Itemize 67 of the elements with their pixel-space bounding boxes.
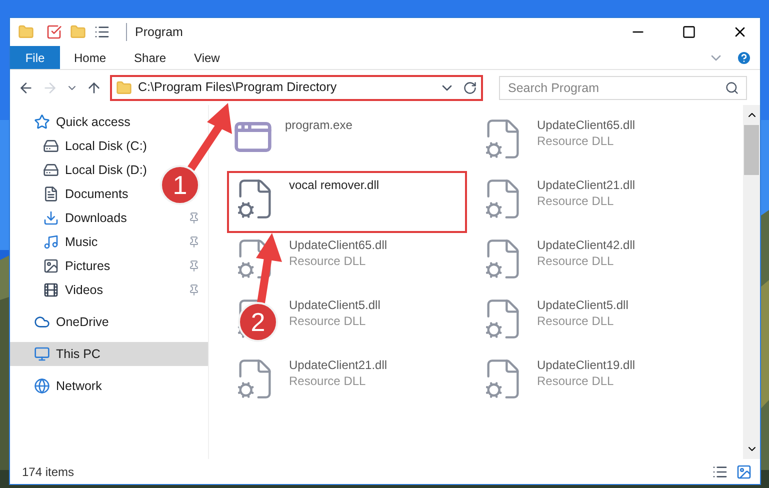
address-path: C:\Program Files\Program Directory (138, 79, 338, 96)
sidebar-item[interactable]: Music (10, 230, 208, 254)
address-bar[interactable]: C:\Program Files\Program Directory (110, 74, 483, 100)
sidebar-item[interactable]: Documents (10, 182, 136, 206)
help-icon[interactable] (736, 50, 752, 66)
ribbon-tab[interactable]: Home (60, 46, 120, 69)
sidebar-item[interactable]: Local Disk (D:) (10, 158, 155, 182)
large-icons-view-icon[interactable] (736, 464, 752, 480)
pin-icon[interactable] (188, 260, 200, 272)
refresh-icon[interactable] (463, 80, 477, 94)
file-type: Resource DLL (537, 253, 615, 269)
maximize-icon[interactable] (682, 25, 696, 39)
details-view-icon[interactable] (712, 464, 728, 480)
scroll-thumb[interactable] (744, 125, 759, 175)
file-type: Resource DLL (289, 373, 367, 389)
drive-icon (43, 138, 59, 154)
item-count: 174 items (22, 464, 76, 480)
image-icon (43, 258, 59, 274)
properties-icon[interactable] (46, 24, 62, 40)
folder-icon (116, 80, 132, 96)
scrollbar[interactable] (743, 105, 760, 459)
search-field[interactable]: Search Program (499, 76, 747, 100)
file-name[interactable]: UpdateClient19.dll (537, 357, 636, 373)
file-name[interactable]: UpdateClient21.dll (537, 177, 636, 193)
sidebar-item[interactable]: Videos (10, 278, 208, 302)
music-note-icon (43, 234, 59, 250)
globe-icon (34, 378, 50, 394)
file-name[interactable]: vocal remover.dll (289, 177, 380, 193)
search-icon[interactable] (725, 80, 739, 94)
sidebar-item[interactable]: Local Disk (C:) (10, 134, 155, 158)
pin-icon[interactable] (188, 284, 200, 296)
up-icon[interactable] (86, 80, 102, 96)
file-type: Resource DLL (537, 193, 615, 209)
file-name[interactable]: UpdateClient5.dll (289, 297, 380, 313)
file-type: Resource DLL (289, 313, 367, 329)
file-name[interactable]: UpdateClient5.dll (537, 297, 628, 313)
pin-icon[interactable] (188, 212, 200, 224)
star-icon (34, 114, 50, 130)
drive-icon (43, 162, 59, 178)
sidebar-item[interactable]: This PC (10, 342, 208, 366)
file-type: Resource DLL (289, 253, 367, 269)
file-name[interactable]: UpdateClient65.dll (537, 117, 636, 133)
film-icon (43, 282, 59, 298)
sidebar-item[interactable]: Downloads (10, 206, 208, 230)
monitor-icon (34, 346, 50, 362)
document-icon (43, 186, 59, 202)
customize-toolbar-icon[interactable] (94, 24, 110, 40)
pin-icon[interactable] (188, 236, 200, 248)
file-type: Resource DLL (537, 133, 615, 149)
back-icon[interactable] (18, 80, 34, 96)
sidebar-item[interactable]: Pictures (10, 254, 208, 278)
file-type: Resource DLL (537, 373, 615, 389)
file-type: Resource DLL (537, 313, 615, 329)
ribbon-tab[interactable]: File (10, 46, 60, 69)
sidebar-item[interactable]: OneDrive (10, 310, 208, 334)
sidebar-item[interactable]: Network (10, 374, 208, 398)
file-name[interactable]: program.exe (285, 117, 352, 133)
download-icon (43, 210, 59, 226)
window-title: Program (126, 22, 183, 42)
file-name[interactable]: UpdateClient65.dll (289, 237, 388, 253)
highlighted-file-item[interactable]: vocal remover.dll (229, 173, 465, 231)
cloud-icon (34, 314, 50, 330)
sidebar-item[interactable]: Quick access (10, 110, 208, 134)
ribbon-tab[interactable]: View (180, 46, 234, 69)
file-name[interactable]: UpdateClient21.dll (289, 357, 388, 373)
ribbon-tab[interactable]: Share (120, 46, 180, 69)
file-name[interactable]: UpdateClient42.dll (537, 237, 636, 253)
